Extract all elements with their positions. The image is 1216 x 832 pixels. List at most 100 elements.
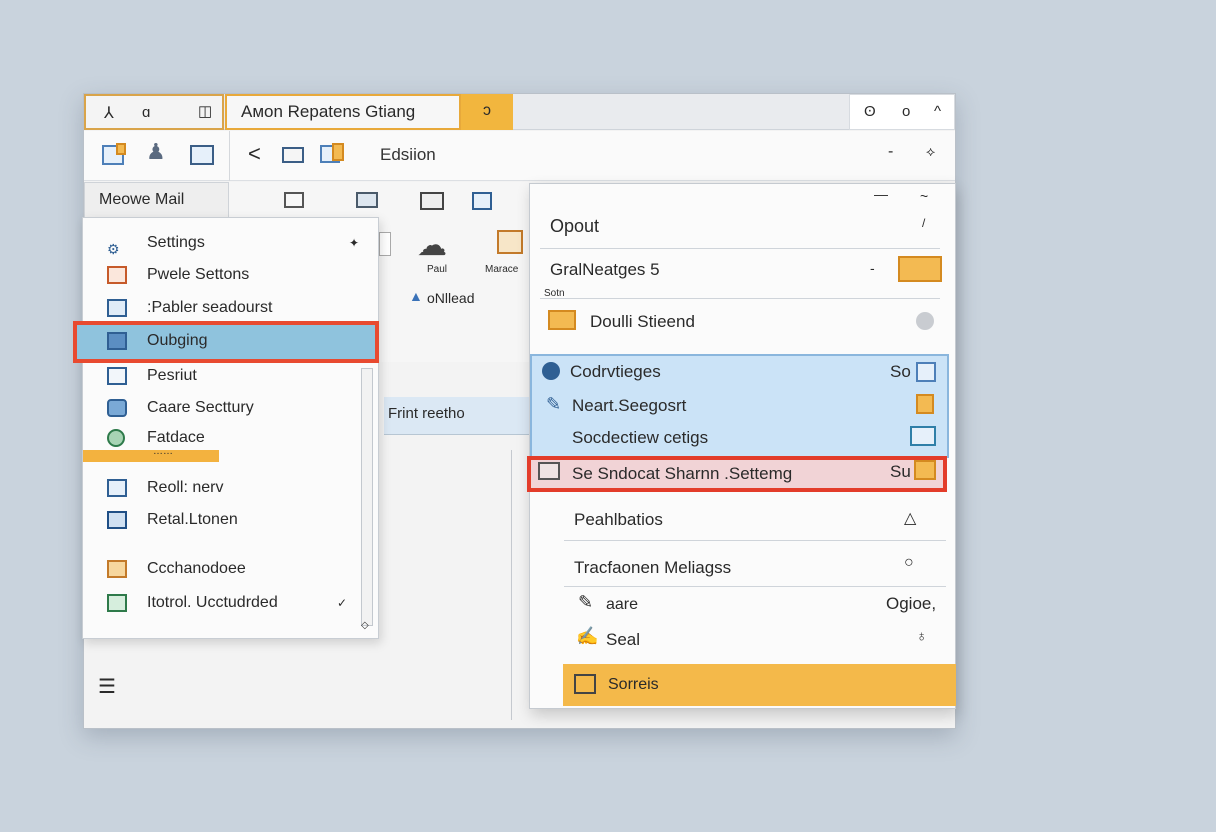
- default-send-icon: [548, 310, 576, 330]
- panel-title: Opout: [550, 216, 600, 236]
- menu-item-control[interactable]: Itotrol. Ucctudrded ✓: [83, 588, 363, 618]
- archive-flag-icon: [332, 143, 344, 161]
- socdectiew-icon[interactable]: [910, 426, 936, 446]
- seal-mark-icon[interactable]: ♁: [916, 628, 927, 645]
- save-icon[interactable]: [472, 192, 492, 210]
- menu-item-label: Retal.Ltonen: [147, 511, 238, 528]
- menu-item-retail[interactable]: Retal.Ltonen: [83, 505, 363, 535]
- sndocat-badge: Su: [890, 462, 911, 481]
- resize-grip-icon[interactable]: ◇: [361, 620, 369, 631]
- note-icon[interactable]: ☰: [98, 674, 116, 699]
- menu-item-exchange[interactable]: Ccchanodoee: [83, 554, 363, 584]
- status-dot-icon[interactable]: [916, 312, 934, 330]
- view-icon[interactable]: [284, 192, 304, 208]
- codrvtieges-icon: [542, 362, 560, 380]
- list-icon: [107, 367, 127, 385]
- triangle-icon[interactable]: △: [904, 508, 916, 528]
- cloud-label[interactable]: Paul: [427, 264, 447, 275]
- group-dash: -: [870, 260, 875, 276]
- menu-item-label: Oubging: [147, 332, 208, 349]
- folder-icon[interactable]: [282, 147, 304, 163]
- back-button[interactable]: <: [248, 141, 261, 167]
- settings-dropdown: …… ⚙ Settings ✦ Pwele Settons :Pabler se…: [73, 217, 379, 639]
- menu-item-settings[interactable]: ⚙ Settings ✦: [83, 228, 363, 258]
- sndocat-flag-icon[interactable]: [914, 460, 936, 480]
- seal-label[interactable]: Seal: [606, 630, 640, 650]
- doc-icon: [107, 266, 127, 284]
- default-send-label[interactable]: Doulli Stieend: [590, 312, 695, 332]
- date-icon: ✎: [578, 592, 594, 612]
- mark-label[interactable]: Marace: [485, 264, 518, 275]
- circle-icon[interactable]: ○: [904, 554, 914, 572]
- track-label[interactable]: Tracfaonen Meliagss: [574, 558, 731, 578]
- panel-edit-icon[interactable]: /: [922, 216, 925, 230]
- neart-flag-icon[interactable]: [916, 394, 934, 414]
- minimize-icon[interactable]: -: [888, 143, 893, 161]
- report-icon: [107, 479, 127, 497]
- menu-item-fatdace[interactable]: Fatdace: [83, 423, 363, 453]
- dropdown-box[interactable]: [379, 232, 391, 256]
- date-label[interactable]: aare: [606, 596, 638, 614]
- menu-item-label: Ccchanodoee: [147, 560, 246, 577]
- search-icon[interactable]: ɑ: [142, 104, 150, 121]
- menu-item-security[interactable]: Caare Secttury: [83, 393, 363, 423]
- mark-icon[interactable]: [497, 230, 523, 254]
- menu-item-outgoing[interactable]: Oubging: [83, 326, 363, 356]
- menu-item-pesriut[interactable]: Pesriut: [83, 361, 363, 391]
- panel-minimize-icon[interactable]: —: [874, 186, 888, 202]
- collapse-icon[interactable]: ^: [934, 103, 941, 120]
- panel-divider: [540, 248, 940, 249]
- offline-icon: ▲: [409, 288, 423, 304]
- menu-item-label: Pesriut: [147, 367, 197, 384]
- menu-item-label: Caare Secttury: [147, 399, 254, 416]
- neart-label[interactable]: Neart.Seegosrt: [572, 396, 686, 416]
- date-right: Ogioe,: [886, 594, 937, 613]
- mail-flag-icon: [116, 143, 126, 155]
- account-selector[interactable]: Meowe Mail: [84, 182, 229, 218]
- print-icon[interactable]: [420, 192, 444, 210]
- pin-icon[interactable]: ⅄: [104, 103, 114, 123]
- menu-item-folders[interactable]: :Pabler seadourst: [83, 293, 363, 323]
- window-icon[interactable]: ◫: [198, 102, 212, 120]
- title-bar: ⅄ ɑ ◫ Aмon Repatens Gtiang ↄ ʘ o ^: [84, 94, 955, 130]
- codrvtieges-badge: So: [890, 362, 911, 381]
- person-icon[interactable]: ♟: [146, 139, 166, 165]
- window-controls: ʘ o ^: [849, 94, 955, 130]
- settings-icon: ⚙: [107, 241, 120, 257]
- security-icon: [107, 399, 127, 417]
- codrvtieges-label[interactable]: Codrvtieges: [570, 362, 661, 382]
- contacts-icon[interactable]: [190, 145, 214, 165]
- codrvtieges-check-icon[interactable]: [916, 362, 936, 382]
- neart-icon: ✎: [546, 394, 562, 414]
- menu-item-profile[interactable]: Pwele Settons: [83, 260, 363, 290]
- group-folder-icon[interactable]: [898, 256, 942, 282]
- orange-button[interactable]: ↄ: [461, 94, 513, 130]
- exchange-icon: [107, 560, 127, 578]
- restore-icon[interactable]: o: [902, 103, 910, 120]
- toolbar: ♟ < Edsiion - ⟡: [84, 131, 955, 181]
- offline-label[interactable]: oNllead: [427, 290, 474, 306]
- socdectiew-label[interactable]: Socdectiew cetigs: [572, 428, 708, 448]
- menu-item-label: Fatdace: [147, 429, 205, 446]
- layout-icon[interactable]: [356, 192, 378, 208]
- menu-item-label: Pwele Settons: [147, 266, 250, 283]
- cloud-icon[interactable]: ☁: [417, 228, 447, 263]
- check-icon: ✓: [337, 596, 348, 610]
- tab-strip[interactable]: Aмon Repatens Gtiang: [225, 94, 461, 130]
- pin-panel-icon[interactable]: ⟡: [926, 143, 935, 160]
- pealth-label[interactable]: Peahlbatios: [574, 510, 663, 530]
- tab-labels[interactable]: Aмon Repatens Gtiang: [241, 102, 415, 121]
- book-icon: [107, 511, 127, 529]
- help-icon[interactable]: ʘ: [864, 103, 876, 120]
- menu-item-label: Settings: [147, 234, 205, 251]
- group-label: GralNeatges 5: [550, 260, 660, 279]
- sorreis-icon: [574, 674, 596, 694]
- pane-divider: [511, 450, 512, 720]
- seal-icon: ✍: [576, 626, 599, 646]
- toolbar-separator: [229, 131, 230, 181]
- sorreis-label[interactable]: Sorreis: [608, 676, 659, 694]
- menu-item-report[interactable]: Reoll: nerv: [83, 473, 363, 503]
- panel-wave-icon[interactable]: ~: [920, 188, 928, 204]
- middle-bar[interactable]: Frint reetho: [384, 397, 534, 435]
- sndocat-label[interactable]: Se Sndocat Sharnn .Settemg: [572, 464, 792, 484]
